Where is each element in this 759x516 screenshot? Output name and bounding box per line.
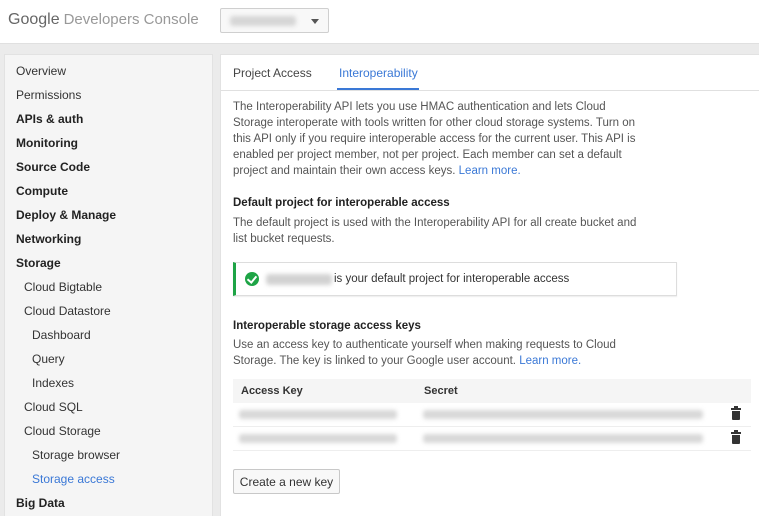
sidebar-item-indexes[interactable]: Indexes bbox=[5, 371, 212, 395]
sidebar-nav: Overview Permissions APIs & auth Monitoring… bbox=[4, 54, 213, 516]
access-keys-text: Use an access key to authenticate yourse… bbox=[233, 337, 616, 369]
secret-redacted bbox=[423, 410, 703, 419]
access-key-redacted bbox=[239, 410, 397, 419]
sidebar-item-cloud-storage[interactable]: Cloud Storage bbox=[5, 419, 212, 443]
sidebar-item-query[interactable]: Query bbox=[5, 347, 212, 371]
intro-learn-more-link[interactable]: Learn more. bbox=[459, 165, 521, 177]
keys-learn-more-link[interactable]: Learn more. bbox=[519, 355, 581, 367]
access-keys-line2: Storage. The key is linked to your Googl… bbox=[233, 355, 516, 367]
access-keys-line: Storage. The key is linked to your Googl… bbox=[233, 353, 616, 369]
sidebar-item-networking[interactable]: Networking bbox=[5, 227, 212, 251]
intro-text: The Interoperability API lets you use HM… bbox=[233, 99, 636, 179]
create-new-key-button[interactable]: Create a new key bbox=[233, 469, 340, 494]
sidebar-item-storage[interactable]: Storage bbox=[5, 251, 212, 275]
project-name-redacted bbox=[230, 16, 296, 26]
trash-icon[interactable] bbox=[731, 430, 741, 444]
tab-bar: Project Access Interoperability bbox=[221, 55, 759, 91]
intro-line: this API only if you require interoperab… bbox=[233, 133, 636, 145]
access-keys-heading: Interoperable storage access keys bbox=[233, 320, 421, 332]
intro-line: The Interoperability API lets you use HM… bbox=[233, 101, 606, 113]
default-project-line: The default project is used with the Int… bbox=[233, 217, 637, 229]
sidebar-item-storage-browser[interactable]: Storage browser bbox=[5, 443, 212, 467]
sidebar-item-apis-auth[interactable]: APIs & auth bbox=[5, 107, 212, 131]
project-selector[interactable] bbox=[220, 8, 329, 33]
trash-icon[interactable] bbox=[731, 406, 741, 420]
sidebar-item-compute[interactable]: Compute bbox=[5, 179, 212, 203]
default-project-line: list bucket requests. bbox=[233, 233, 335, 245]
table-row bbox=[233, 403, 751, 427]
access-key-redacted bbox=[239, 434, 397, 443]
table-row bbox=[233, 427, 751, 451]
logo[interactable]: Google Developers Console bbox=[8, 11, 199, 29]
check-circle-icon bbox=[245, 272, 259, 286]
column-header-access-key: Access Key bbox=[241, 385, 303, 397]
main-panel: Project Access Interoperability The Inte… bbox=[220, 54, 759, 516]
table-header: Access Key Secret bbox=[233, 379, 751, 403]
intro-line: project and maintain their own access ke… bbox=[233, 163, 636, 179]
project-id-redacted bbox=[266, 274, 332, 285]
sidebar-item-permissions[interactable]: Permissions bbox=[5, 83, 212, 107]
sidebar-item-overview[interactable]: Overview bbox=[5, 59, 212, 83]
intro-last-line: project and maintain their own access ke… bbox=[233, 165, 456, 177]
notice-text: is your default project for interoperabl… bbox=[334, 273, 570, 285]
sidebar-item-cloud-sql[interactable]: Cloud SQL bbox=[5, 395, 212, 419]
sidebar-item-source-code[interactable]: Source Code bbox=[5, 155, 212, 179]
secret-redacted bbox=[423, 434, 703, 443]
sidebar-item-cloud-bigtable[interactable]: Cloud Bigtable bbox=[5, 275, 212, 299]
sidebar-item-monitoring[interactable]: Monitoring bbox=[5, 131, 212, 155]
access-keys-line: Use an access key to authenticate yourse… bbox=[233, 339, 616, 351]
sidebar-item-big-data[interactable]: Big Data bbox=[5, 491, 212, 515]
active-tab-indicator bbox=[337, 88, 419, 90]
sidebar-item-storage-access[interactable]: Storage access bbox=[5, 467, 212, 491]
sidebar-item-dashboard[interactable]: Dashboard bbox=[5, 323, 212, 347]
intro-line: enabled per project member, not per proj… bbox=[233, 149, 622, 161]
top-bar: Google Developers Console bbox=[0, 0, 759, 44]
tab-project-access[interactable]: Project Access bbox=[233, 66, 312, 80]
default-project-notice: is your default project for interoperabl… bbox=[233, 262, 677, 296]
default-project-heading: Default project for interoperable access bbox=[233, 197, 450, 209]
chevron-down-icon bbox=[311, 19, 319, 24]
logo-product: Developers Console bbox=[63, 11, 199, 28]
intro-line: Storage interoperate with tools written … bbox=[233, 117, 636, 129]
column-header-secret: Secret bbox=[424, 385, 458, 397]
sidebar-item-deploy-manage[interactable]: Deploy & Manage bbox=[5, 203, 212, 227]
sidebar-item-cloud-datastore[interactable]: Cloud Datastore bbox=[5, 299, 212, 323]
tab-interoperability[interactable]: Interoperability bbox=[339, 66, 418, 80]
default-project-text: The default project is used with the Int… bbox=[233, 215, 636, 247]
logo-google: Google bbox=[8, 11, 60, 28]
